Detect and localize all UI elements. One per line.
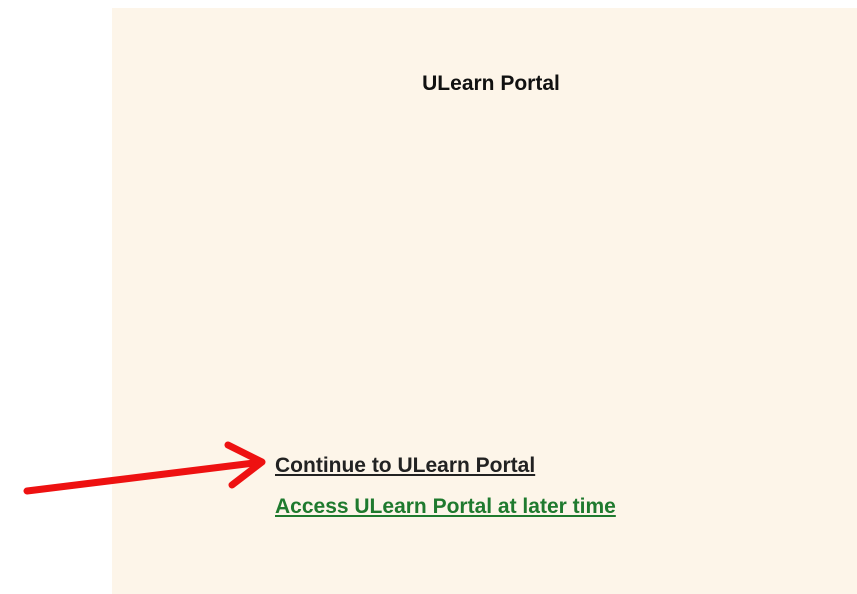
access-portal-later-link[interactable]: Access ULearn Portal at later time [275, 495, 616, 519]
continue-to-portal-link[interactable]: Continue to ULearn Portal [275, 454, 535, 478]
portal-title: ULearn Portal [422, 72, 560, 95]
portal-panel: ULearn Portal Continue to ULearn Portal … [112, 8, 857, 594]
